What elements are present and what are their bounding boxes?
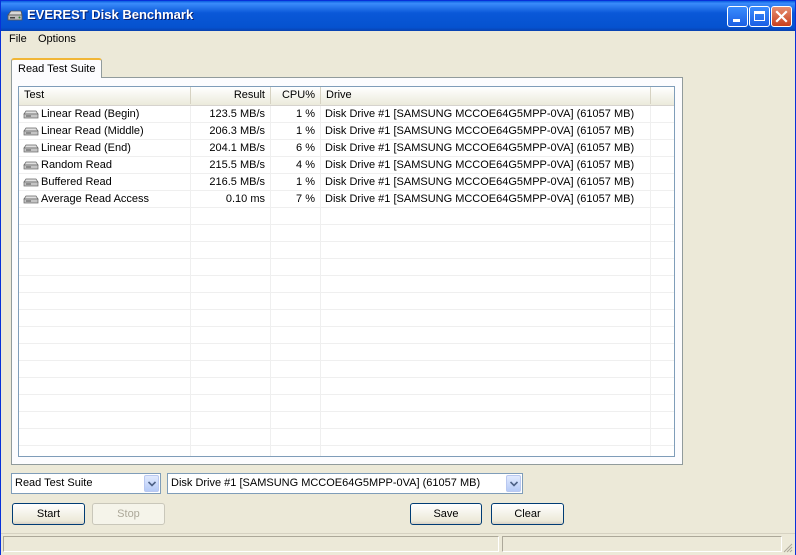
cell-cpu: 1 % bbox=[296, 108, 315, 120]
cell-drive: Disk Drive #1 [SAMSUNG MCCOE64G5MPP-0VA]… bbox=[325, 125, 635, 137]
tab-read-test-suite[interactable]: Read Test Suite bbox=[11, 58, 102, 78]
grid-line bbox=[19, 411, 674, 412]
disk-drive-icon bbox=[23, 127, 39, 136]
close-button[interactable] bbox=[771, 6, 792, 27]
grid-line bbox=[19, 224, 674, 225]
cell-result: 0.10 ms bbox=[225, 193, 265, 205]
table-row[interactable]: Linear Read (Begin) 123.5 MB/s 1 % Disk Dri… bbox=[19, 106, 674, 123]
disk-drive-icon bbox=[23, 110, 39, 119]
cell-drive: Disk Drive #1 [SAMSUNG MCCOE64G5MPP-0VA]… bbox=[325, 193, 635, 205]
maximize-icon bbox=[754, 11, 765, 21]
grid-line bbox=[19, 360, 674, 361]
cell-test: Linear Read (Begin) bbox=[41, 108, 140, 120]
start-button[interactable]: Start bbox=[12, 503, 85, 525]
cell-test: Buffered Read bbox=[41, 176, 112, 188]
list-body: Linear Read (Begin) 123.5 MB/s 1 % Disk Dri… bbox=[19, 106, 674, 456]
cell-drive: Disk Drive #1 [SAMSUNG MCCOE64G5MPP-0VA]… bbox=[325, 176, 635, 188]
grid-line bbox=[19, 292, 674, 293]
cell-result: 216.5 MB/s bbox=[209, 176, 265, 188]
menu-options[interactable]: Options bbox=[38, 33, 76, 45]
benchmark-window: EVEREST Disk Benchmark File Options Read… bbox=[0, 0, 796, 555]
suite-select-dropdown-button[interactable] bbox=[144, 475, 159, 492]
table-row[interactable]: Buffered Read 216.5 MB/s 1 % Disk Drive #1 … bbox=[19, 174, 674, 191]
grid-line bbox=[19, 428, 674, 429]
clear-button[interactable]: Clear bbox=[491, 503, 564, 525]
cell-test: Linear Read (End) bbox=[41, 142, 131, 154]
grid-line bbox=[19, 394, 674, 395]
disk-drive-icon bbox=[23, 161, 39, 170]
cell-result: 123.5 MB/s bbox=[209, 108, 265, 120]
grid-line bbox=[19, 309, 674, 310]
column-header-drive[interactable]: Drive bbox=[321, 87, 651, 104]
cell-cpu: 7 % bbox=[296, 193, 315, 205]
suite-select[interactable]: Read Test Suite bbox=[11, 473, 161, 494]
table-row[interactable]: Linear Read (Middle) 206.3 MB/s 1 % Disk Dr… bbox=[19, 123, 674, 140]
suite-select-value: Read Test Suite bbox=[15, 477, 93, 489]
column-header-test[interactable]: Test bbox=[19, 87, 191, 104]
drive-select-dropdown-button[interactable] bbox=[506, 475, 521, 492]
maximize-button[interactable] bbox=[749, 6, 770, 27]
grid-line bbox=[19, 343, 674, 344]
save-button[interactable]: Save bbox=[410, 503, 482, 525]
close-icon bbox=[775, 10, 788, 23]
menu-file[interactable]: File bbox=[9, 33, 27, 45]
cell-drive: Disk Drive #1 [SAMSUNG MCCOE64G5MPP-0VA]… bbox=[325, 159, 635, 171]
cell-cpu: 6 % bbox=[296, 142, 315, 154]
results-list[interactable]: Test Result CPU% Drive Linear Read (Begi… bbox=[18, 86, 675, 457]
disk-drive-icon bbox=[23, 178, 39, 187]
minimize-button[interactable] bbox=[727, 6, 748, 27]
status-pane bbox=[502, 536, 782, 552]
drive-select-value: Disk Drive #1 [SAMSUNG MCCOE64G5MPP-0VA]… bbox=[171, 477, 481, 489]
table-row[interactable]: Linear Read (End) 204.1 MB/s 6 % Disk Drive… bbox=[19, 140, 674, 157]
disk-drive-icon bbox=[23, 144, 39, 153]
grid-line bbox=[19, 258, 674, 259]
cell-result: 215.5 MB/s bbox=[209, 159, 265, 171]
grid-line bbox=[19, 241, 674, 242]
cell-cpu: 1 % bbox=[296, 125, 315, 137]
window-title: EVEREST Disk Benchmark bbox=[27, 7, 194, 22]
cell-drive: Disk Drive #1 [SAMSUNG MCCOE64G5MPP-0VA]… bbox=[325, 108, 635, 120]
cell-test: Random Read bbox=[41, 159, 112, 171]
grid-line bbox=[19, 326, 674, 327]
resize-grip-icon[interactable] bbox=[781, 541, 793, 553]
disk-drive-icon bbox=[7, 10, 23, 21]
chevron-down-icon bbox=[510, 481, 518, 487]
status-pane bbox=[3, 536, 499, 552]
status-bar bbox=[1, 533, 795, 555]
drive-select[interactable]: Disk Drive #1 [SAMSUNG MCCOE64G5MPP-0VA]… bbox=[167, 473, 523, 494]
menu-bar: File Options bbox=[1, 31, 795, 49]
table-row[interactable]: Average Read Access 0.10 ms 7 % Disk Drive … bbox=[19, 191, 674, 208]
column-header-result[interactable]: Result bbox=[191, 87, 271, 104]
cell-result: 206.3 MB/s bbox=[209, 125, 265, 137]
cell-cpu: 4 % bbox=[296, 159, 315, 171]
chevron-down-icon bbox=[148, 481, 156, 487]
column-header-extra[interactable] bbox=[651, 87, 674, 104]
table-row[interactable]: Random Read 215.5 MB/s 4 % Disk Drive #1 [S… bbox=[19, 157, 674, 174]
cell-cpu: 1 % bbox=[296, 176, 315, 188]
minimize-icon bbox=[733, 19, 740, 22]
disk-drive-icon bbox=[23, 195, 39, 204]
cell-test: Linear Read (Middle) bbox=[41, 125, 144, 137]
grid-line bbox=[19, 275, 674, 276]
grid-line bbox=[19, 377, 674, 378]
title-bar[interactable]: EVEREST Disk Benchmark bbox=[1, 1, 795, 31]
column-header-cpu[interactable]: CPU% bbox=[271, 87, 321, 104]
cell-test: Average Read Access bbox=[41, 193, 150, 205]
cell-drive: Disk Drive #1 [SAMSUNG MCCOE64G5MPP-0VA]… bbox=[325, 142, 635, 154]
list-header: Test Result CPU% Drive bbox=[19, 87, 674, 106]
cell-result: 204.1 MB/s bbox=[209, 142, 265, 154]
grid-line bbox=[19, 445, 674, 446]
stop-button[interactable]: Stop bbox=[92, 503, 165, 525]
tab-label: Read Test Suite bbox=[18, 63, 96, 75]
